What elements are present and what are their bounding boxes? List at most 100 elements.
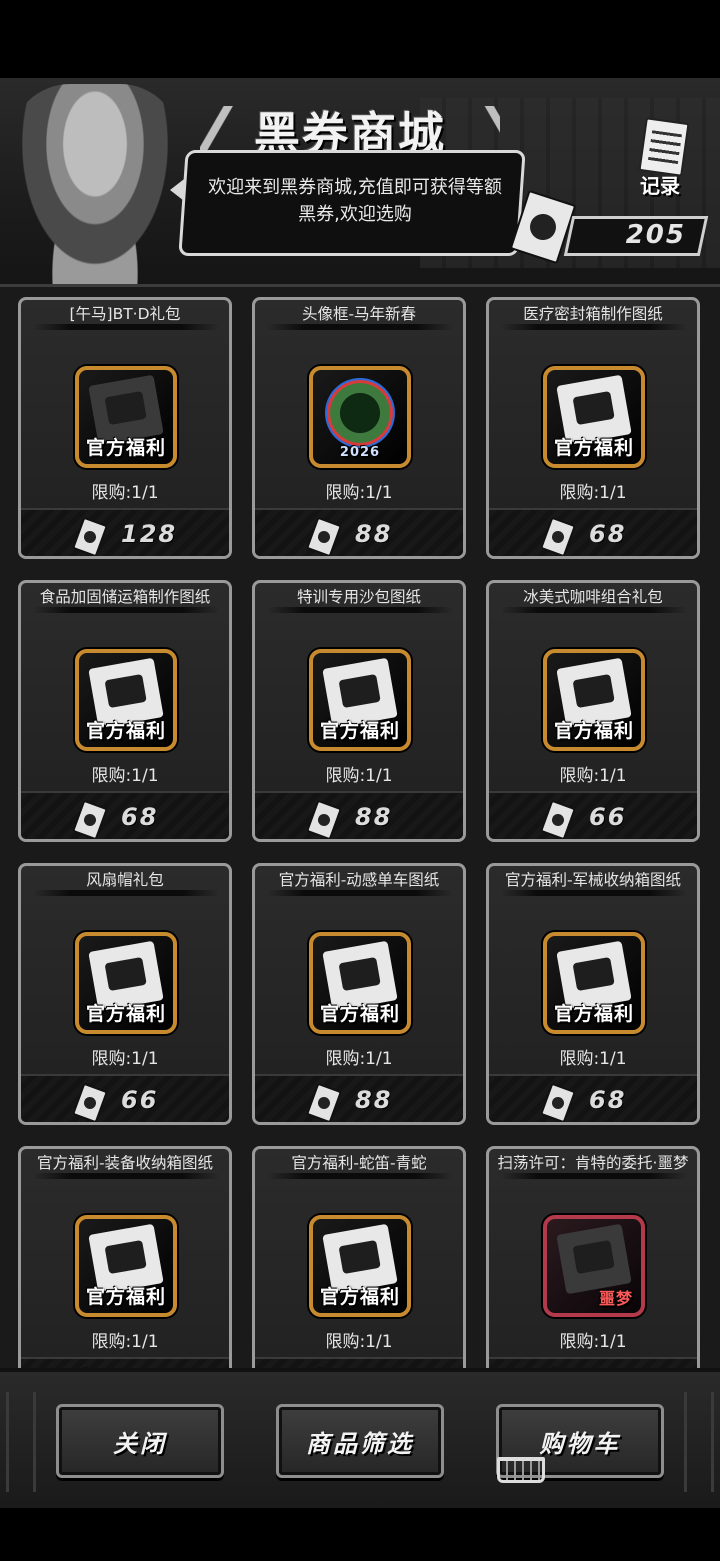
status-bar-area xyxy=(0,0,720,78)
black-ticket-icon xyxy=(305,516,343,556)
product-card[interactable]: [午马]BT·D礼包 官方福利 限购:1/1 128 xyxy=(18,297,232,559)
product-card[interactable]: 食品加固储运箱制作图纸 官方福利 限购:1/1 68 xyxy=(18,580,232,842)
purchase-limit: 限购:1/1 xyxy=(559,483,627,503)
product-title: 风扇帽礼包 xyxy=(86,871,164,889)
record-label: 记录 xyxy=(640,174,680,198)
price-value: 68 xyxy=(589,1086,627,1114)
product-title: [午马]BT·D礼包 xyxy=(69,305,181,323)
black-ticket-icon xyxy=(539,516,577,556)
product-title: 官方福利-装备收纳箱图纸 xyxy=(36,1154,214,1172)
price-value: 66 xyxy=(589,803,627,831)
product-icon-frame: 2026 xyxy=(309,366,411,468)
price-row xyxy=(21,1357,229,1368)
price-row: 68 xyxy=(489,508,697,556)
product-icon-frame: 官方福利 xyxy=(309,1215,411,1317)
price-value: 88 xyxy=(355,1086,393,1114)
black-ticket-icon xyxy=(71,1082,109,1122)
price-row: 128 xyxy=(21,508,229,556)
filter-button-label: 商品筛选 xyxy=(306,1429,414,1458)
black-ticket-icon xyxy=(305,799,343,839)
nav-bar-area xyxy=(0,1508,720,1561)
welcome-text: 欢迎来到黑券商城,充值即可获得等额黑券,欢迎选购 xyxy=(208,177,502,225)
product-icon-frame: 官方福利 xyxy=(543,366,645,468)
product-icon-frame: 官方福利 xyxy=(75,1215,177,1317)
product-title: 官方福利-军械收纳箱图纸 xyxy=(504,871,682,889)
product-icon-frame: 噩梦 xyxy=(543,1215,645,1317)
product-grid-area[interactable]: [午马]BT·D礼包 官方福利 限购:1/1 128 头像框-马年新春 2026… xyxy=(0,284,720,1368)
price-row: 88 xyxy=(255,508,463,556)
cart-button[interactable]: 购物车 xyxy=(496,1404,664,1483)
clipboard-icon xyxy=(638,117,690,177)
product-icon-frame: 官方福利 xyxy=(75,649,177,751)
filter-button[interactable]: 商品筛选 xyxy=(276,1404,444,1478)
avatar-frame-2026-icon xyxy=(325,378,395,448)
sweep-permit-nightmare-icon xyxy=(556,1223,632,1295)
product-icon-frame: 官方福利 xyxy=(543,649,645,751)
black-ticket-icon xyxy=(71,516,109,556)
purchase-limit: 限购:1/1 xyxy=(91,1332,159,1352)
official-welfare-badge: 官方福利 xyxy=(85,437,166,459)
official-welfare-badge: 官方福利 xyxy=(85,720,166,742)
official-welfare-badge: 官方福利 xyxy=(553,1003,634,1025)
product-card[interactable]: 特训专用沙包图纸 官方福利 限购:1/1 88 xyxy=(252,580,466,842)
close-button[interactable]: 关闭 xyxy=(56,1404,224,1478)
bottom-action-bar: 关闭 商品筛选 购物车 xyxy=(0,1368,720,1508)
price-value: 68 xyxy=(121,803,159,831)
purchase-limit: 限购:1/1 xyxy=(559,766,627,786)
purchase-limit: 限购:1/1 xyxy=(325,766,393,786)
product-title: 官方福利-蛇笛-青蛇 xyxy=(291,1154,427,1172)
record-button[interactable]: 记录 xyxy=(632,117,694,200)
product-title: 扫荡许可：肯特的委托·噩梦 xyxy=(497,1154,689,1172)
merchant-portrait xyxy=(10,84,180,284)
product-card[interactable]: 医疗密封箱制作图纸 官方福利 限购:1/1 68 xyxy=(486,297,700,559)
frame-year-label: 2026 xyxy=(339,445,381,460)
official-welfare-badge: 官方福利 xyxy=(553,437,634,459)
shop-header: 黑券商城 欢迎来到黑券商城,充值即可获得等额黑券,欢迎选购 记录 205 xyxy=(0,78,720,284)
price-row: 68 xyxy=(489,1074,697,1122)
product-card[interactable]: 官方福利-装备收纳箱图纸 官方福利 限购:1/1 xyxy=(18,1146,232,1368)
price-value: 88 xyxy=(355,803,393,831)
purchase-limit: 限购:1/1 xyxy=(325,483,393,503)
product-title: 冰美式咖啡组合礼包 xyxy=(523,588,663,606)
product-icon-frame: 官方福利 xyxy=(75,366,177,468)
product-title: 医疗密封箱制作图纸 xyxy=(523,305,663,323)
product-card[interactable]: 头像框-马年新春 2026 限购:1/1 88 xyxy=(252,297,466,559)
product-icon-frame: 官方福利 xyxy=(309,932,411,1034)
price-row: 88 xyxy=(255,1074,463,1122)
purchase-limit: 限购:1/1 xyxy=(91,766,159,786)
purchase-limit: 限购:1/1 xyxy=(559,1049,627,1069)
product-card[interactable]: 风扇帽礼包 官方福利 限购:1/1 66 xyxy=(18,863,232,1125)
product-card[interactable]: 冰美式咖啡组合礼包 官方福利 限购:1/1 66 xyxy=(486,580,700,842)
ticket-balance: 205 xyxy=(625,220,686,250)
purchase-limit: 限购:1/1 xyxy=(325,1049,393,1069)
price-value: 128 xyxy=(121,520,178,548)
purchase-limit: 限购:1/1 xyxy=(91,483,159,503)
nightmare-badge: 噩梦 xyxy=(598,1289,633,1308)
product-card[interactable]: 官方福利-军械收纳箱图纸 官方福利 限购:1/1 68 xyxy=(486,863,700,1125)
price-row: 68 xyxy=(21,791,229,839)
close-button-label: 关闭 xyxy=(113,1429,167,1458)
shopping-cart-icon xyxy=(497,1457,545,1483)
purchase-limit: 限购:1/1 xyxy=(325,1332,393,1352)
cart-button-label: 购物车 xyxy=(539,1429,621,1458)
price-row: 88 xyxy=(255,791,463,839)
official-welfare-badge: 官方福利 xyxy=(85,1286,166,1308)
price-value: 66 xyxy=(121,1086,159,1114)
purchase-limit: 限购:1/1 xyxy=(91,1049,159,1069)
product-card[interactable]: 官方福利-动感单车图纸 官方福利 限购:1/1 88 xyxy=(252,863,466,1125)
official-welfare-badge: 官方福利 xyxy=(319,1003,400,1025)
official-welfare-badge: 官方福利 xyxy=(319,1286,400,1308)
official-welfare-badge: 官方福利 xyxy=(319,720,400,742)
black-ticket-icon xyxy=(539,799,577,839)
shop-title-banner: 黑券商城 xyxy=(200,98,500,161)
product-card[interactable]: 扫荡许可：肯特的委托·噩梦 噩梦 限购:1/1 xyxy=(486,1146,700,1368)
price-value: 68 xyxy=(589,520,627,548)
price-value: 88 xyxy=(355,520,393,548)
price-row: 66 xyxy=(489,791,697,839)
product-icon-frame: 官方福利 xyxy=(309,649,411,751)
product-title: 特训专用沙包图纸 xyxy=(296,588,421,606)
product-title: 头像框-马年新春 xyxy=(301,305,417,323)
black-ticket-icon xyxy=(71,799,109,839)
product-card[interactable]: 官方福利-蛇笛-青蛇 官方福利 限购:1/1 xyxy=(252,1146,466,1368)
product-icon-frame: 官方福利 xyxy=(543,932,645,1034)
